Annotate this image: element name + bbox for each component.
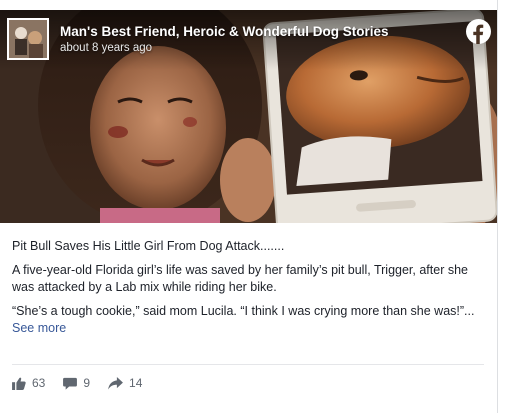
post-header: Man's Best Friend, Heroic & Wonderful Do… bbox=[0, 10, 497, 68]
post-text: Pit Bull Saves His Little Girl From Dog … bbox=[12, 238, 486, 344]
post-timestamp[interactable]: about 8 years ago bbox=[60, 42, 152, 54]
likes-stat[interactable]: 63 bbox=[12, 376, 45, 390]
shares-count: 14 bbox=[129, 376, 143, 390]
post-title: Pit Bull Saves His Little Girl From Dog … bbox=[12, 239, 285, 253]
comment-bubble-icon bbox=[63, 377, 78, 390]
likes-count: 63 bbox=[32, 376, 46, 390]
facebook-icon[interactable] bbox=[466, 19, 491, 44]
page-name-link[interactable]: Man's Best Friend, Heroic & Wonderful Do… bbox=[60, 24, 389, 39]
post-card: Man's Best Friend, Heroic & Wonderful Do… bbox=[0, 0, 498, 413]
post-paragraph-2: “She’s a tough cookie,” said mom Lucila.… bbox=[12, 303, 486, 338]
thumbs-up-icon bbox=[12, 377, 26, 390]
engagement-bar: 63 9 14 bbox=[12, 376, 160, 390]
comments-count: 9 bbox=[83, 376, 91, 390]
share-arrow-icon bbox=[108, 376, 123, 390]
shares-stat[interactable]: 14 bbox=[108, 376, 142, 390]
see-more-link[interactable]: See more bbox=[12, 321, 66, 335]
stats-divider bbox=[12, 364, 484, 365]
post-paragraph-2-text: “She’s a tough cookie,” said mom Lucila.… bbox=[12, 303, 475, 318]
post-paragraph-1: A five-year-old Florida girl’s life was … bbox=[12, 262, 468, 295]
comments-stat[interactable]: 9 bbox=[63, 376, 90, 390]
page-avatar[interactable] bbox=[7, 18, 49, 60]
post-image[interactable]: Man's Best Friend, Heroic & Wonderful Do… bbox=[0, 10, 497, 223]
